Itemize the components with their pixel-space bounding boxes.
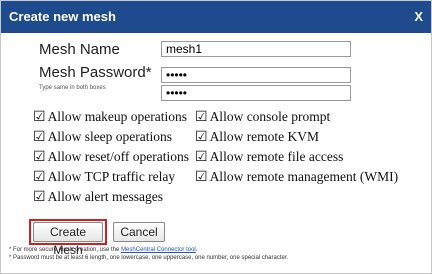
checkbox-checked-icon[interactable]: ☑	[195, 150, 208, 165]
dialog-title: Create new mesh	[9, 9, 116, 24]
checkbox-checked-icon[interactable]: ☑	[33, 130, 46, 145]
checkbox-checked-icon[interactable]: ☑	[33, 150, 46, 165]
mesh-password-label: Mesh Password*	[39, 64, 152, 81]
checkbox-checked-icon[interactable]: ☑	[33, 190, 46, 205]
option-label: Allow remote management (WMI)	[209, 169, 399, 184]
option-label: Allow remote file access	[209, 149, 344, 164]
option-label: Allow alert messages	[47, 189, 164, 204]
mesh-password-confirm-input[interactable]	[161, 85, 351, 101]
footer-note-suffix: .	[195, 247, 198, 253]
option-label: Allow remote KVM	[209, 129, 320, 144]
password-hint: Type same in both boxes	[39, 85, 106, 91]
dialog-titlebar: Create new mesh X	[1, 1, 431, 33]
checkbox-checked-icon[interactable]: ☑	[33, 170, 46, 185]
connector-tool-link[interactable]: MeshCentral Connector tool	[121, 247, 196, 253]
option-makeup-operations[interactable]: ☑ Allow makeup operations	[33, 109, 187, 126]
mesh-password-input[interactable]	[161, 67, 351, 83]
checkbox-checked-icon[interactable]: ☑	[195, 110, 208, 125]
option-tcp-traffic-relay[interactable]: ☑ Allow TCP traffic relay	[33, 169, 175, 186]
footer-note-password: * Password must be at least 6 length, on…	[9, 255, 289, 261]
option-remote-management-wmi[interactable]: ☑ Allow remote management (WMI)	[195, 169, 398, 186]
option-sleep-operations[interactable]: ☑ Allow sleep operations	[33, 129, 172, 146]
option-label: Allow TCP traffic relay	[47, 169, 176, 184]
option-alert-messages[interactable]: ☑ Allow alert messages	[33, 189, 163, 206]
option-console-prompt[interactable]: ☑ Allow console prompt	[195, 109, 330, 126]
create-mesh-button[interactable]: Create Mesh	[33, 222, 103, 257]
mesh-name-label: Mesh Name	[39, 41, 120, 58]
option-remote-file-access[interactable]: ☑ Allow remote file access	[195, 149, 343, 166]
mesh-name-input[interactable]	[161, 41, 351, 57]
option-label: Allow reset/off operations	[47, 149, 190, 164]
cancel-button[interactable]: Cancel	[113, 222, 165, 242]
option-label: Allow sleep operations	[47, 129, 173, 144]
checkbox-checked-icon[interactable]: ☑	[195, 130, 208, 145]
footer-note-text: * For more secure mesh creation, use the	[9, 247, 122, 253]
option-label: Allow makeup operations	[47, 109, 188, 124]
footer-note-secure: * For more secure mesh creation, use the…	[9, 247, 197, 253]
checkbox-checked-icon[interactable]: ☑	[195, 170, 208, 185]
option-reset-off-operations[interactable]: ☑ Allow reset/off operations	[33, 149, 189, 166]
close-icon[interactable]: X	[414, 9, 423, 24]
option-remote-kvm[interactable]: ☑ Allow remote KVM	[195, 129, 319, 146]
checkbox-checked-icon[interactable]: ☑	[33, 110, 46, 125]
create-mesh-dialog: Create new mesh X Mesh Name Mesh Passwor…	[0, 0, 432, 274]
option-label: Allow console prompt	[209, 109, 331, 124]
